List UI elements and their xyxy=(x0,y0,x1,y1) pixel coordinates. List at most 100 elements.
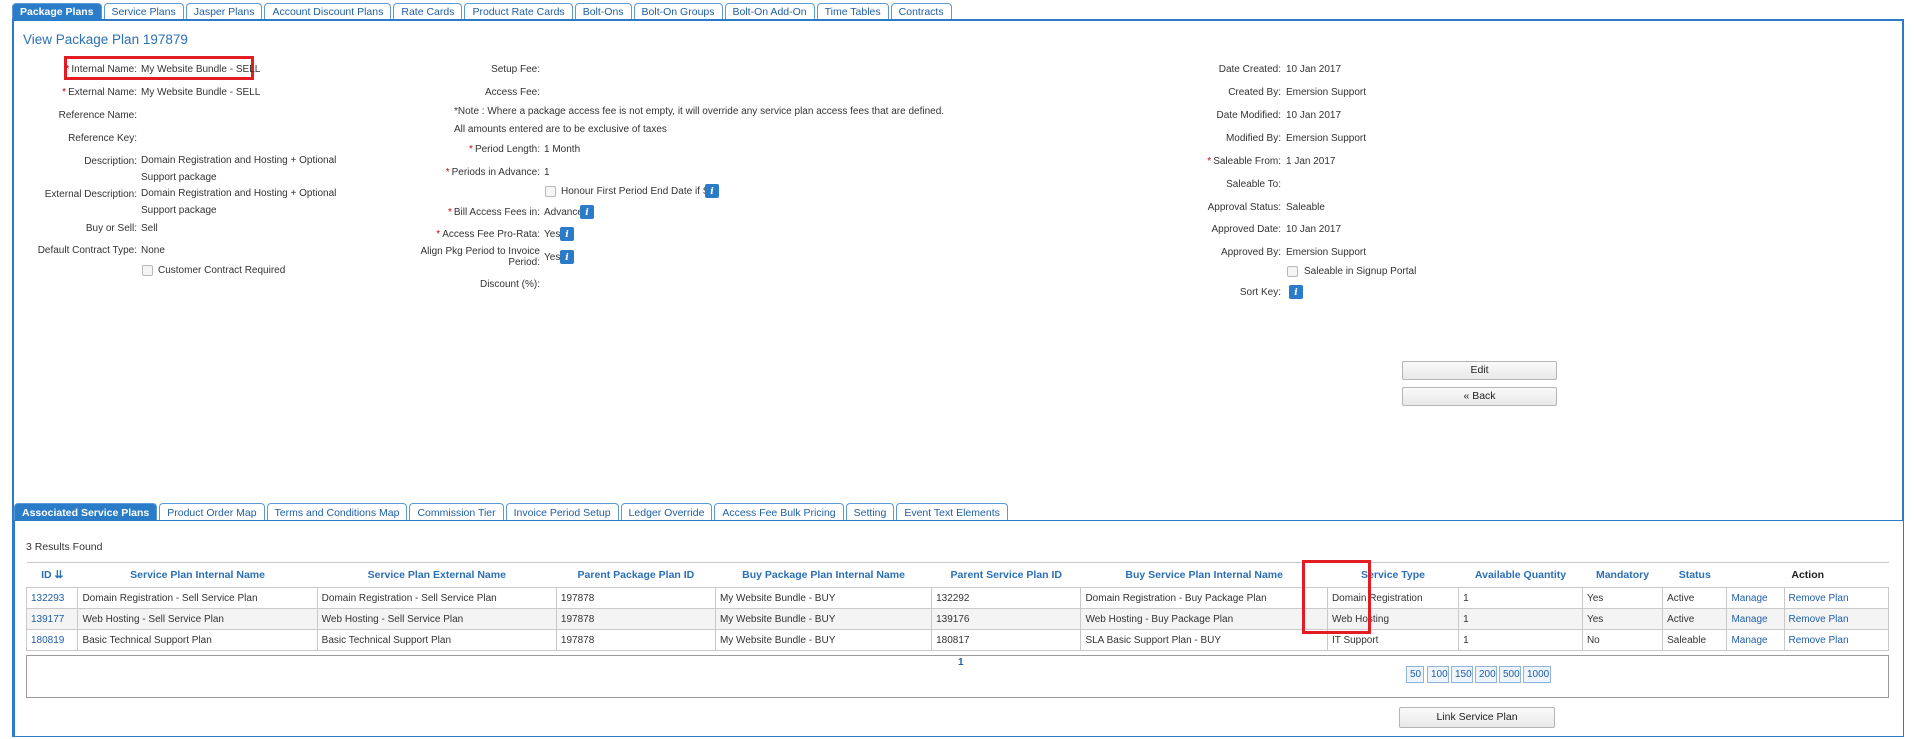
tab-product-order-map[interactable]: Product Order Map xyxy=(159,503,265,521)
cell-available-quantity: 1 xyxy=(1458,608,1583,630)
buy-or-sell-label: Buy or Sell: xyxy=(85,223,137,234)
service-plans-table: ID ⇊ Service Plan Internal Name Service … xyxy=(25,562,1889,651)
page-size-150[interactable]: 150 xyxy=(1451,666,1473,683)
external-name-label: * External Name: xyxy=(62,87,137,98)
page-size-50[interactable]: 50 xyxy=(1406,666,1424,683)
cell-mandatory: No xyxy=(1581,629,1664,651)
link-service-plan-button[interactable]: Link Service Plan xyxy=(1399,707,1555,728)
page-size-500[interactable]: 500 xyxy=(1499,666,1521,683)
manage-link[interactable]: Manage xyxy=(1726,608,1785,630)
info-icon[interactable] xyxy=(705,184,719,198)
reference-key-label: Reference Key: xyxy=(68,133,137,144)
tab-bolt-on-groups[interactable]: Bolt-On Groups xyxy=(633,3,723,20)
manage-link[interactable]: Manage xyxy=(1726,629,1785,651)
access-fee-label: Access Fee: xyxy=(484,87,540,98)
internal-name-label: * Internal Name: xyxy=(65,64,138,75)
tab-access-fee-bulk-pricing[interactable]: Access Fee Bulk Pricing xyxy=(714,503,844,521)
default-contract-type-value: None xyxy=(141,245,165,256)
cell-parent-package-plan-id: 197878 xyxy=(555,587,716,609)
cell-status: Saleable xyxy=(1662,629,1728,651)
saleable-from-value: 1 Jan 2017 xyxy=(1286,156,1336,167)
col-header-buy-service-plan-name[interactable]: Buy Service Plan Internal Name xyxy=(1080,562,1328,588)
approved-date-label: Approved Date: xyxy=(1211,224,1282,235)
cell-internal-name: Domain Registration - Sell Service Plan xyxy=(77,587,318,609)
info-icon[interactable] xyxy=(580,205,594,219)
customer-contract-required-label: Customer Contract Required xyxy=(158,265,286,276)
tab-product-rate-cards[interactable]: Product Rate Cards xyxy=(464,3,573,20)
page-size-1000[interactable]: 1000 xyxy=(1523,666,1551,683)
tab-event-text-elements[interactable]: Event Text Elements xyxy=(896,503,1008,521)
page-size-100[interactable]: 100 xyxy=(1427,666,1449,683)
description-value: Domain Registration and Hosting + Option… xyxy=(141,155,337,183)
remove-plan-link[interactable]: Remove Plan xyxy=(1783,608,1889,630)
col-header-parent-service-plan-id[interactable]: Parent Service Plan ID xyxy=(931,562,1081,588)
customer-contract-required-checkbox[interactable] xyxy=(142,265,153,276)
tab-bolt-on-add-on[interactable]: Bolt-On Add-On xyxy=(724,3,815,20)
cell-buy-service-plan-name: Web Hosting - Buy Package Plan xyxy=(1080,608,1328,630)
tab-time-tables[interactable]: Time Tables xyxy=(816,3,889,20)
access-fee-prorata-label: * Access Fee Pro-Rata: xyxy=(436,229,540,240)
approved-date-value: 10 Jan 2017 xyxy=(1286,224,1342,235)
default-contract-type-label: Default Contract Type: xyxy=(37,245,137,256)
tab-ledger-override[interactable]: Ledger Override xyxy=(620,503,713,521)
page-number-link[interactable]: 1 xyxy=(958,657,964,668)
saleable-signup-label: Saleable in Signup Portal xyxy=(1304,266,1417,277)
created-by-value: Emersion Support xyxy=(1286,87,1367,98)
period-length-label: * Period Length: xyxy=(469,144,540,155)
tab-associated-service-plans[interactable]: Associated Service Plans xyxy=(14,503,158,521)
setup-fee-label: Setup Fee: xyxy=(491,64,540,75)
tab-jasper-plans[interactable]: Jasper Plans xyxy=(185,3,263,20)
edit-button[interactable]: Edit xyxy=(1402,361,1557,380)
sort-down-icon[interactable]: ⇊ xyxy=(55,569,64,581)
col-header-available-quantity[interactable]: Available Quantity xyxy=(1458,562,1583,588)
row-id-link[interactable]: 180819 xyxy=(25,629,79,651)
col-header-mandatory[interactable]: Mandatory xyxy=(1582,562,1663,588)
col-header-status[interactable]: Status xyxy=(1662,562,1727,588)
tab-account-discount-plans[interactable]: Account Discount Plans xyxy=(264,3,392,20)
internal-name-value: My Website Bundle - SELL xyxy=(141,64,261,75)
info-icon[interactable] xyxy=(560,227,574,241)
honour-first-period-checkbox[interactable] xyxy=(545,186,556,197)
access-fee-prorata-value: Yes xyxy=(544,229,561,240)
col-header-id[interactable]: ID ⇊ xyxy=(26,562,78,588)
tab-service-plans[interactable]: Service Plans xyxy=(103,3,184,20)
approval-status-label: Approval Status: xyxy=(1207,202,1281,213)
back-button[interactable]: « Back xyxy=(1402,387,1557,406)
access-fee-note: *Note : Where a package access fee is no… xyxy=(454,106,945,117)
bill-access-fees-value: Advance xyxy=(544,207,583,218)
cell-buy-package-plan-name: My Website Bundle - BUY xyxy=(714,587,933,609)
col-header-buy-package-plan-name[interactable]: Buy Package Plan Internal Name xyxy=(715,562,932,588)
manage-link[interactable]: Manage xyxy=(1726,587,1785,609)
tab-package-plans[interactable]: Package Plans xyxy=(12,3,102,20)
col-header-internal-name[interactable]: Service Plan Internal Name xyxy=(77,562,318,588)
col-header-external-name[interactable]: Service Plan External Name xyxy=(317,562,557,588)
cell-parent-package-plan-id: 197878 xyxy=(555,608,716,630)
page-size-200[interactable]: 200 xyxy=(1475,666,1497,683)
tab-rate-cards[interactable]: Rate Cards xyxy=(393,3,463,20)
tab-setting[interactable]: Setting xyxy=(845,503,895,521)
remove-plan-link[interactable]: Remove Plan xyxy=(1783,629,1889,651)
tab-commission-tier[interactable]: Commission Tier xyxy=(409,503,504,521)
page-title: View Package Plan 197879 xyxy=(23,32,188,47)
cell-parent-service-plan-id: 132292 xyxy=(931,587,1082,609)
info-icon[interactable] xyxy=(560,250,574,264)
saleable-signup-checkbox[interactable] xyxy=(1287,266,1298,277)
remove-plan-link[interactable]: Remove Plan xyxy=(1783,587,1889,609)
bill-access-fees-label: * Bill Access Fees in: xyxy=(447,207,540,218)
col-header-parent-package-plan-id[interactable]: Parent Package Plan ID xyxy=(556,562,716,588)
date-modified-value: 10 Jan 2017 xyxy=(1286,110,1342,121)
cell-available-quantity: 1 xyxy=(1458,587,1583,609)
date-modified-label: Date Modified: xyxy=(1216,110,1281,121)
tab-bolt-ons[interactable]: Bolt-Ons xyxy=(574,3,632,20)
taxes-note: All amounts entered are to be exclusive … xyxy=(454,124,667,135)
modified-by-value: Emersion Support xyxy=(1286,133,1367,144)
info-icon[interactable] xyxy=(1289,285,1303,299)
row-id-link[interactable]: 139177 xyxy=(25,608,79,630)
tab-contracts[interactable]: Contracts xyxy=(890,3,952,20)
cell-status: Active xyxy=(1662,608,1728,630)
cell-buy-package-plan-name: My Website Bundle - BUY xyxy=(714,629,933,651)
tab-terms-conditions-map[interactable]: Terms and Conditions Map xyxy=(266,503,408,521)
approved-by-value: Emersion Support xyxy=(1286,247,1367,258)
row-id-link[interactable]: 132293 xyxy=(25,587,79,609)
tab-invoice-period-setup[interactable]: Invoice Period Setup xyxy=(505,503,619,521)
